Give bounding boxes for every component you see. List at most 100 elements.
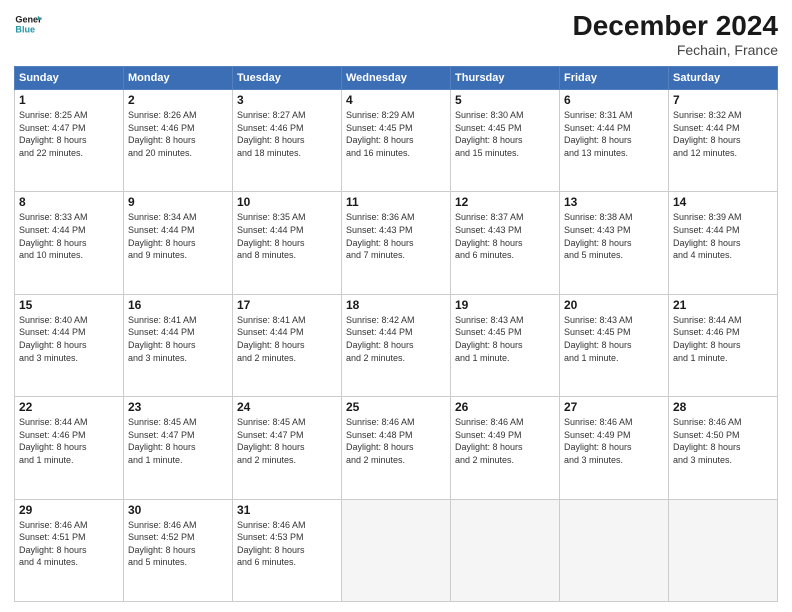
day-number: 26: [455, 400, 555, 414]
day-number: 10: [237, 195, 337, 209]
day-number: 13: [564, 195, 664, 209]
day-number: 3: [237, 93, 337, 107]
table-row: 31 Sunrise: 8:46 AMSunset: 4:53 PMDayligh…: [233, 499, 342, 601]
table-row: 15 Sunrise: 8:40 AMSunset: 4:44 PMDayligh…: [15, 294, 124, 396]
day-number: 11: [346, 195, 446, 209]
table-row: 23 Sunrise: 8:45 AMSunset: 4:47 PMDayligh…: [124, 397, 233, 499]
day-info: Sunrise: 8:43 AMSunset: 4:45 PMDaylight:…: [564, 314, 664, 364]
table-row: 25 Sunrise: 8:46 AMSunset: 4:48 PMDayligh…: [342, 397, 451, 499]
table-row: 17 Sunrise: 8:41 AMSunset: 4:44 PMDayligh…: [233, 294, 342, 396]
day-number: 18: [346, 298, 446, 312]
day-info: Sunrise: 8:42 AMSunset: 4:44 PMDaylight:…: [346, 314, 446, 364]
table-row: 3 Sunrise: 8:27 AMSunset: 4:46 PMDaylight…: [233, 90, 342, 192]
table-row: 9 Sunrise: 8:34 AMSunset: 4:44 PMDaylight…: [124, 192, 233, 294]
table-row: 12 Sunrise: 8:37 AMSunset: 4:43 PMDayligh…: [451, 192, 560, 294]
day-number: 1: [19, 93, 119, 107]
day-info: Sunrise: 8:33 AMSunset: 4:44 PMDaylight:…: [19, 211, 119, 261]
table-row: 24 Sunrise: 8:45 AMSunset: 4:47 PMDayligh…: [233, 397, 342, 499]
day-info: Sunrise: 8:27 AMSunset: 4:46 PMDaylight:…: [237, 109, 337, 159]
day-info: Sunrise: 8:32 AMSunset: 4:44 PMDaylight:…: [673, 109, 773, 159]
table-row: 19 Sunrise: 8:43 AMSunset: 4:45 PMDayligh…: [451, 294, 560, 396]
day-info: Sunrise: 8:46 AMSunset: 4:49 PMDaylight:…: [455, 416, 555, 466]
day-info: Sunrise: 8:30 AMSunset: 4:45 PMDaylight:…: [455, 109, 555, 159]
header-tuesday: Tuesday: [233, 67, 342, 90]
table-row: [560, 499, 669, 601]
week-row-4: 22Sunrise: 8:44 AMSunset: 4:46 PMDayligh…: [15, 397, 778, 499]
table-row: [669, 499, 778, 601]
table-row: 26 Sunrise: 8:46 AMSunset: 4:49 PMDayligh…: [451, 397, 560, 499]
table-row: 6 Sunrise: 8:31 AMSunset: 4:44 PMDaylight…: [560, 90, 669, 192]
page: General Blue December 2024 Fechain, Fran…: [0, 0, 792, 612]
day-info: Sunrise: 8:46 AMSunset: 4:53 PMDaylight:…: [237, 519, 337, 569]
day-info: Sunrise: 8:46 AMSunset: 4:52 PMDaylight:…: [128, 519, 228, 569]
day-number: 29: [19, 503, 119, 517]
month-title: December 2024: [573, 10, 778, 42]
day-info: Sunrise: 8:38 AMSunset: 4:43 PMDaylight:…: [564, 211, 664, 261]
day-info: Sunrise: 8:36 AMSunset: 4:43 PMDaylight:…: [346, 211, 446, 261]
day-number: 2: [128, 93, 228, 107]
day-info: Sunrise: 8:43 AMSunset: 4:45 PMDaylight:…: [455, 314, 555, 364]
header-saturday: Saturday: [669, 67, 778, 90]
table-row: 28Sunrise: 8:46 AMSunset: 4:50 PMDayligh…: [669, 397, 778, 499]
day-info: Sunrise: 8:26 AMSunset: 4:46 PMDaylight:…: [128, 109, 228, 159]
table-row: 1 Sunrise: 8:25 AMSunset: 4:47 PMDaylight…: [15, 90, 124, 192]
day-number: 31: [237, 503, 337, 517]
day-info: Sunrise: 8:39 AMSunset: 4:44 PMDaylight:…: [673, 211, 773, 261]
week-row-5: 29 Sunrise: 8:46 AMSunset: 4:51 PMDayligh…: [15, 499, 778, 601]
week-row-2: 8 Sunrise: 8:33 AMSunset: 4:44 PMDaylight…: [15, 192, 778, 294]
day-number: 30: [128, 503, 228, 517]
day-number: 20: [564, 298, 664, 312]
day-number: 24: [237, 400, 337, 414]
day-number: 4: [346, 93, 446, 107]
day-number: 15: [19, 298, 119, 312]
day-number: 28: [673, 400, 773, 414]
logo-icon: General Blue: [14, 10, 42, 38]
day-number: 6: [564, 93, 664, 107]
day-number: 12: [455, 195, 555, 209]
week-row-1: 1 Sunrise: 8:25 AMSunset: 4:47 PMDaylight…: [15, 90, 778, 192]
table-row: 10 Sunrise: 8:35 AMSunset: 4:44 PMDayligh…: [233, 192, 342, 294]
day-info: Sunrise: 8:25 AMSunset: 4:47 PMDaylight:…: [19, 109, 119, 159]
day-info: Sunrise: 8:37 AMSunset: 4:43 PMDaylight:…: [455, 211, 555, 261]
day-info: Sunrise: 8:29 AMSunset: 4:45 PMDaylight:…: [346, 109, 446, 159]
day-number: 19: [455, 298, 555, 312]
day-info: Sunrise: 8:46 AMSunset: 4:49 PMDaylight:…: [564, 416, 664, 466]
header-friday: Friday: [560, 67, 669, 90]
day-info: Sunrise: 8:35 AMSunset: 4:44 PMDaylight:…: [237, 211, 337, 261]
day-number: 9: [128, 195, 228, 209]
day-number: 5: [455, 93, 555, 107]
day-number: 25: [346, 400, 446, 414]
location: Fechain, France: [573, 42, 778, 58]
day-info: Sunrise: 8:40 AMSunset: 4:44 PMDaylight:…: [19, 314, 119, 364]
table-row: 13 Sunrise: 8:38 AMSunset: 4:43 PMDayligh…: [560, 192, 669, 294]
svg-text:Blue: Blue: [15, 24, 35, 34]
table-row: 18 Sunrise: 8:42 AMSunset: 4:44 PMDayligh…: [342, 294, 451, 396]
table-row: 27 Sunrise: 8:46 AMSunset: 4:49 PMDayligh…: [560, 397, 669, 499]
table-row: 16Sunrise: 8:41 AMSunset: 4:44 PMDayligh…: [124, 294, 233, 396]
day-number: 16: [128, 298, 228, 312]
day-info: Sunrise: 8:46 AMSunset: 4:48 PMDaylight:…: [346, 416, 446, 466]
table-row: 2 Sunrise: 8:26 AMSunset: 4:46 PMDaylight…: [124, 90, 233, 192]
day-info: Sunrise: 8:46 AMSunset: 4:51 PMDaylight:…: [19, 519, 119, 569]
header-monday: Monday: [124, 67, 233, 90]
day-number: 17: [237, 298, 337, 312]
table-row: 11 Sunrise: 8:36 AMSunset: 4:43 PMDayligh…: [342, 192, 451, 294]
calendar-table: Sunday Monday Tuesday Wednesday Thursday…: [14, 66, 778, 602]
calendar-header-row: Sunday Monday Tuesday Wednesday Thursday…: [15, 67, 778, 90]
table-row: 21Sunrise: 8:44 AMSunset: 4:46 PMDayligh…: [669, 294, 778, 396]
table-row: 14Sunrise: 8:39 AMSunset: 4:44 PMDayligh…: [669, 192, 778, 294]
day-info: Sunrise: 8:45 AMSunset: 4:47 PMDaylight:…: [237, 416, 337, 466]
day-number: 27: [564, 400, 664, 414]
day-info: Sunrise: 8:41 AMSunset: 4:44 PMDaylight:…: [237, 314, 337, 364]
day-number: 23: [128, 400, 228, 414]
day-info: Sunrise: 8:31 AMSunset: 4:44 PMDaylight:…: [564, 109, 664, 159]
table-row: 22Sunrise: 8:44 AMSunset: 4:46 PMDayligh…: [15, 397, 124, 499]
day-number: 8: [19, 195, 119, 209]
table-row: 4 Sunrise: 8:29 AMSunset: 4:45 PMDaylight…: [342, 90, 451, 192]
day-info: Sunrise: 8:45 AMSunset: 4:47 PMDaylight:…: [128, 416, 228, 466]
header-sunday: Sunday: [15, 67, 124, 90]
table-row: 8 Sunrise: 8:33 AMSunset: 4:44 PMDaylight…: [15, 192, 124, 294]
table-row: 7Sunrise: 8:32 AMSunset: 4:44 PMDaylight…: [669, 90, 778, 192]
day-info: Sunrise: 8:44 AMSunset: 4:46 PMDaylight:…: [673, 314, 773, 364]
day-info: Sunrise: 8:34 AMSunset: 4:44 PMDaylight:…: [128, 211, 228, 261]
